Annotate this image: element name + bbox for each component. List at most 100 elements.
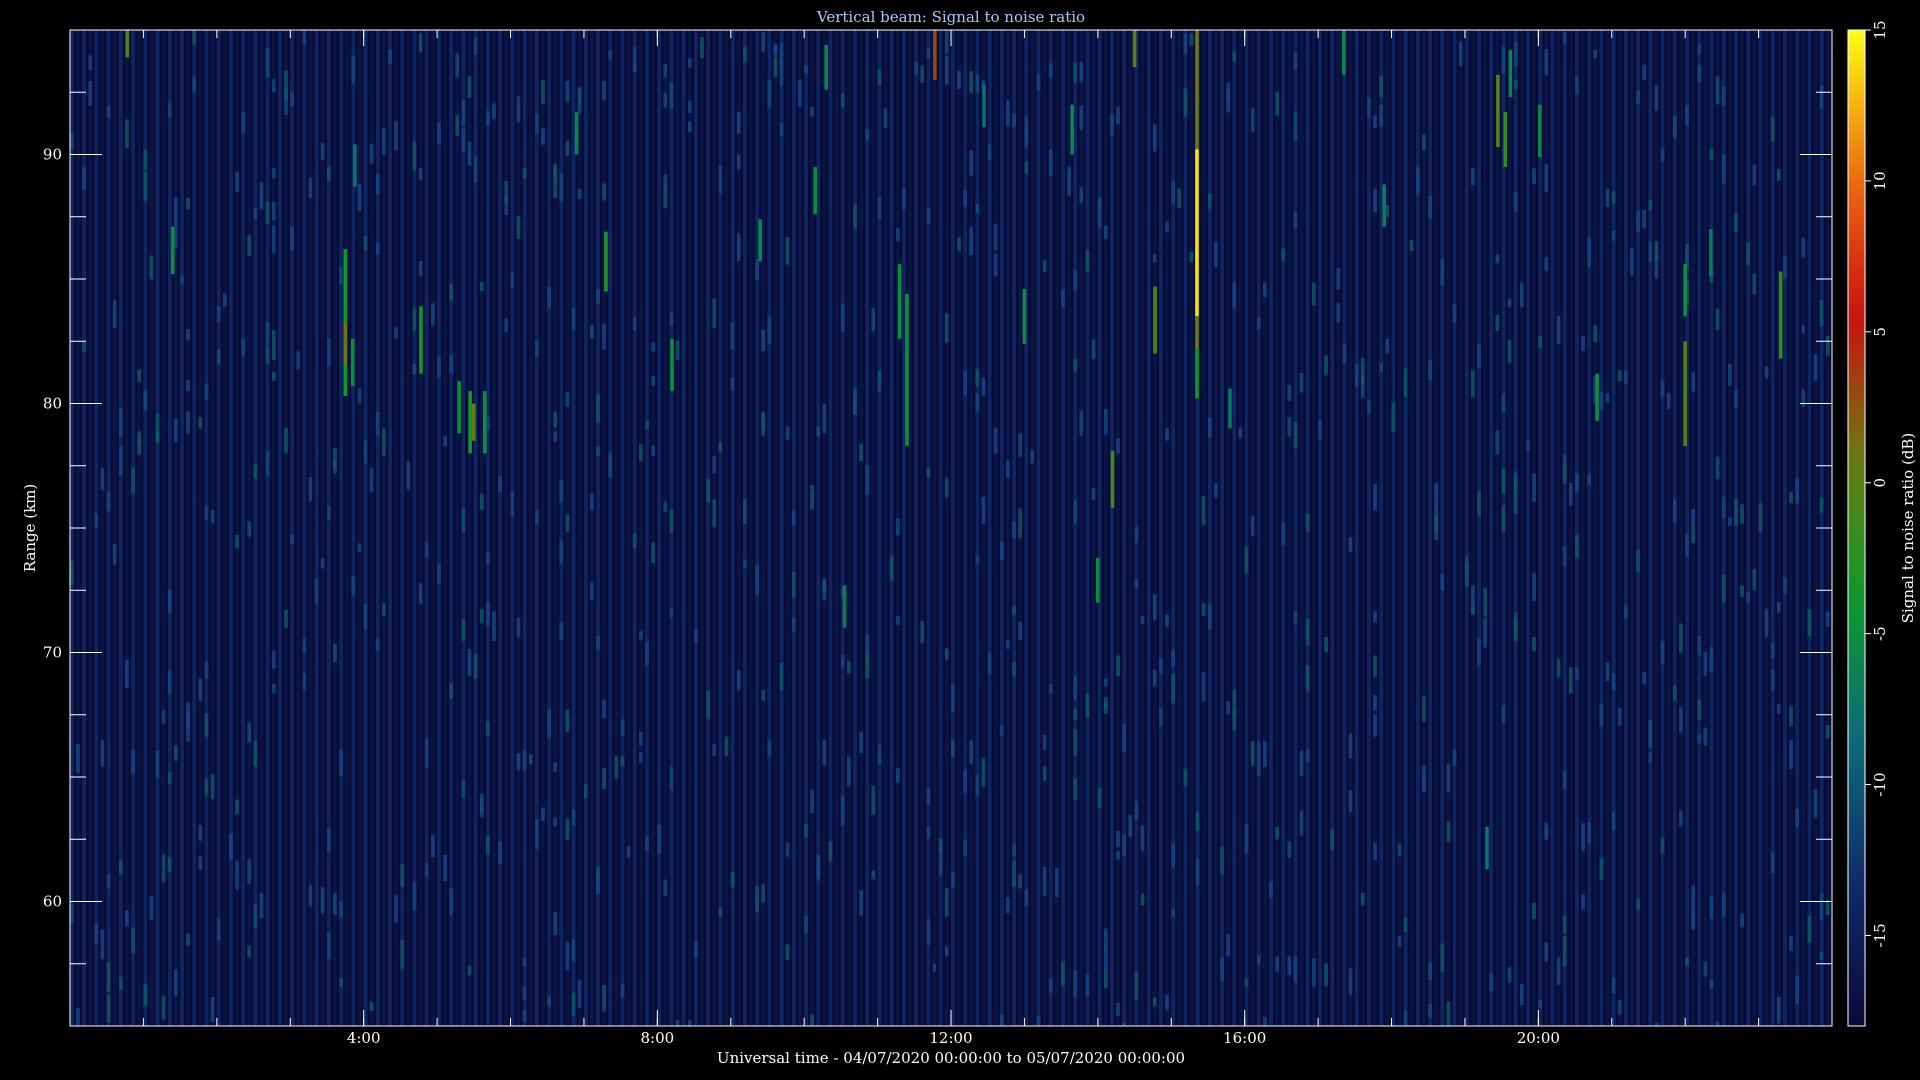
noise-speckle [394, 120, 398, 151]
noise-speckle [461, 128, 466, 152]
noise-speckle [1562, 936, 1567, 967]
x-tick-label: 8:00 [640, 1029, 674, 1047]
noise-speckle [1085, 974, 1090, 997]
noise-speckle [1819, 497, 1824, 513]
noise-speckle [400, 939, 405, 969]
noise-column [430, 30, 435, 1026]
noise-speckle [1287, 956, 1292, 976]
noise-speckle [571, 992, 576, 1017]
noise-speckle [1281, 522, 1286, 545]
noise-speckle [1556, 315, 1561, 345]
noise-speckle [761, 689, 766, 701]
noise-speckle [461, 99, 466, 127]
noise-speckle [1575, 473, 1579, 493]
noise-speckle [1740, 913, 1744, 928]
noise-speckle [1825, 900, 1830, 916]
noise-speckle [125, 659, 129, 688]
noise-speckle [1721, 86, 1726, 106]
noise-speckle [1073, 970, 1078, 998]
noise-column [284, 30, 288, 1026]
noise-speckle [1440, 943, 1445, 972]
noise-speckle [553, 912, 557, 936]
noise-speckle [730, 871, 735, 888]
noise-speckle [1403, 917, 1408, 932]
noise-speckle [1611, 230, 1616, 241]
noise-speckle [1232, 689, 1237, 718]
noise-speckle [1703, 651, 1708, 676]
noise-speckle [975, 774, 980, 796]
noise-column [1330, 30, 1335, 1026]
noise-speckle [712, 298, 717, 328]
noise-speckle [369, 143, 374, 164]
noise-column [853, 30, 857, 1026]
noise-column [583, 30, 588, 1026]
noise-column [1318, 30, 1322, 1026]
noise-speckle [461, 507, 466, 534]
noise-speckle [687, 1020, 692, 1026]
noise-speckle [1532, 473, 1536, 502]
noise-speckle [975, 393, 980, 412]
noise-speckle [522, 957, 527, 967]
noise-speckle [736, 111, 741, 134]
noise-speckle [1373, 188, 1377, 213]
noise-speckle [1116, 1003, 1120, 1016]
noise-speckle [785, 842, 790, 857]
noise-speckle [767, 740, 772, 757]
noise-speckle [926, 826, 931, 839]
noise-speckle [161, 854, 166, 883]
noise-speckle [1116, 438, 1120, 454]
noise-speckle [1171, 843, 1175, 868]
colorbar-tick-label: 15 [1871, 20, 1889, 39]
noise-column [1740, 30, 1745, 1026]
noise-speckle [1654, 1022, 1659, 1026]
noise-column [204, 30, 209, 1026]
noise-speckle [1825, 336, 1830, 356]
noise-speckle [675, 1020, 680, 1026]
noise-column [1636, 30, 1641, 1026]
noise-speckle [143, 171, 148, 201]
noise-speckle [761, 883, 766, 903]
noise-speckle [1006, 460, 1010, 479]
noise-speckle [1305, 618, 1310, 646]
noise-speckle [1055, 868, 1059, 897]
noise-speckle [1495, 315, 1500, 331]
noise-speckle [1501, 468, 1506, 495]
y-tick-label: 70 [43, 644, 62, 662]
noise-speckle [106, 962, 111, 992]
noise-speckle [1134, 971, 1139, 1001]
noise-speckle [210, 509, 215, 524]
noise-speckle [1746, 242, 1751, 266]
noise-speckle [1795, 975, 1799, 1005]
noise-speckle [1807, 609, 1812, 637]
noise-speckle [1287, 841, 1292, 858]
noise-column [932, 30, 937, 1026]
noise-speckle [944, 30, 949, 54]
noise-speckle [1103, 701, 1108, 714]
noise-speckle [1275, 826, 1279, 840]
x-tick-label: 12:00 [929, 1029, 972, 1047]
noise-column [1146, 30, 1151, 1026]
noise-speckle [247, 521, 252, 537]
noise-speckle [198, 825, 203, 841]
noise-speckle [1703, 962, 1708, 977]
noise-speckle [651, 376, 655, 386]
noise-speckle [1042, 260, 1047, 272]
noise-speckle [1440, 258, 1445, 286]
noise-speckle [553, 762, 557, 772]
noise-column [314, 30, 319, 1026]
noise-speckle [1281, 248, 1286, 261]
noise-speckle [112, 543, 117, 565]
noise-speckle [449, 888, 453, 915]
noise-speckle [1018, 508, 1022, 539]
noise-speckle [216, 918, 221, 941]
noise-speckle [1721, 496, 1726, 519]
noise-speckle [1299, 750, 1304, 777]
snr-heatmap-chart: Vertical beam: Signal to noise ratio 4:0… [21, 8, 1917, 1067]
noise-speckle [1660, 837, 1665, 853]
noise-speckle [1495, 430, 1500, 455]
noise-speckle [785, 237, 790, 265]
noise-speckle [1140, 616, 1145, 625]
noise-speckle [1342, 343, 1347, 363]
noise-speckle [1018, 621, 1022, 640]
noise-speckle [155, 413, 160, 444]
